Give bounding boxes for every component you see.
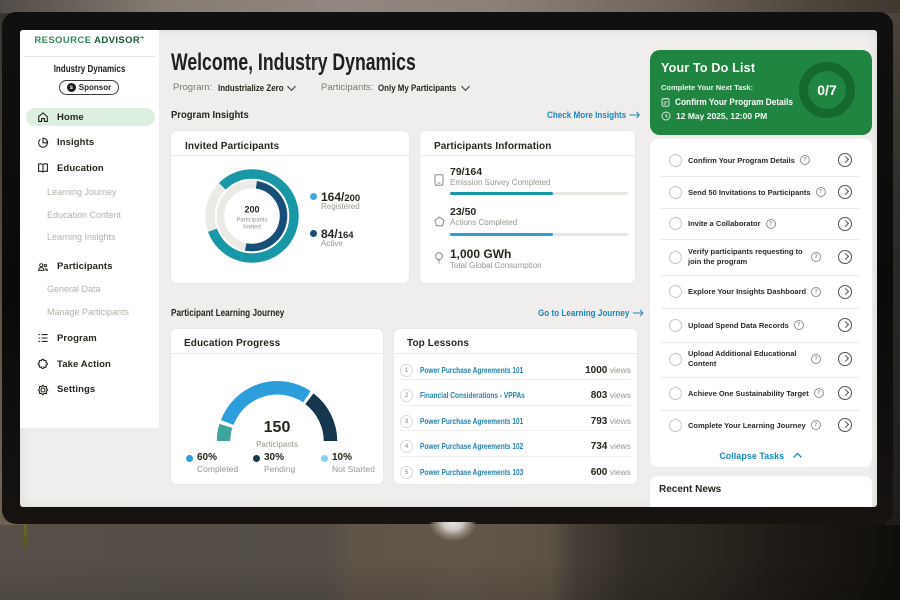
svg-text:200: 200	[244, 205, 259, 215]
svg-text:Invited: Invited	[243, 225, 261, 231]
svg-text:0/7: 0/7	[817, 82, 837, 98]
svg-text:Participants: Participants	[236, 218, 267, 224]
